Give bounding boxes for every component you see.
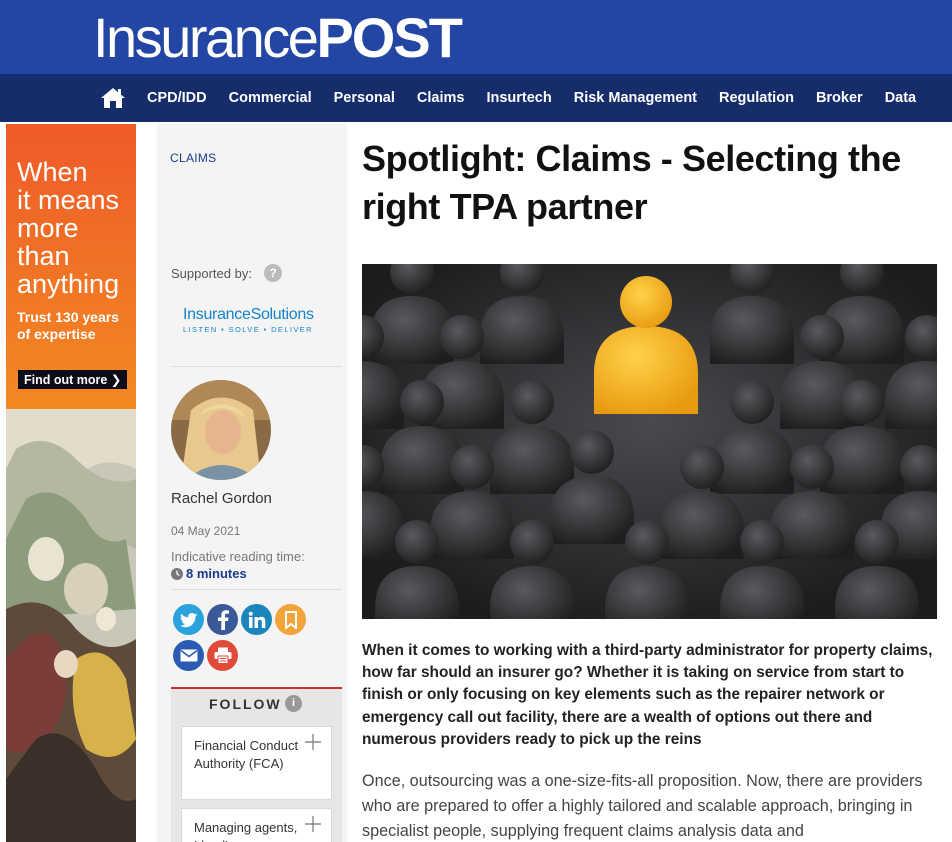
follow-topic-managing-agents[interactable]: Managing agents, Lloyd's (181, 808, 332, 842)
author-avatar[interactable] (171, 380, 271, 480)
chevron-right-icon: ❯ (110, 373, 122, 387)
nav-list: CPD/IDD Commercial Personal Claims Insur… (147, 74, 938, 122)
publish-date: 04 May 2021 (171, 524, 241, 538)
plus-icon[interactable] (304, 733, 322, 751)
advert-banner[interactable]: When it means more than anything Trust 1… (6, 124, 136, 842)
ad-sub-line: of expertise (17, 326, 96, 342)
supported-by-label: Supported by: (171, 266, 252, 281)
ad-subheadline: Trust 130 years of expertise (17, 309, 119, 343)
site-header: InsurancePOST (0, 0, 952, 74)
bookmark-icon[interactable] (275, 604, 306, 635)
follow-topic-fca[interactable]: Financial Conduct Authority (FCA) (181, 726, 332, 800)
ad-headline-line: than (17, 241, 70, 271)
clock-icon (171, 567, 183, 580)
email-icon[interactable] (173, 640, 204, 671)
crowd-illustration (362, 264, 937, 619)
article-body: Once, outsourcing was a one-size-fits-al… (362, 772, 923, 840)
nav-item-data[interactable]: Data (885, 90, 916, 106)
divider (171, 366, 342, 367)
follow-title: FOLLOW (209, 696, 282, 712)
ad-artwork (6, 409, 136, 842)
sponsor-name: InsuranceSolutions (183, 306, 314, 323)
nav-item-cpd-idd[interactable]: CPD/IDD (147, 90, 207, 106)
divider (171, 589, 342, 590)
print-icon[interactable] (207, 640, 238, 671)
home-icon[interactable] (100, 86, 126, 110)
ad-headline-line: When (17, 157, 88, 187)
reading-time-label: Indicative reading time: (171, 549, 305, 564)
logo-bold-text: POST (316, 6, 462, 69)
follow-topic-label: Managing agents, Lloyd's (194, 820, 298, 842)
site-logo[interactable]: InsurancePOST (93, 6, 463, 70)
ad-cta-label: Find out more (24, 373, 108, 387)
ad-headline: When it means more than anything (17, 158, 119, 298)
author-name[interactable]: Rachel Gordon (171, 490, 272, 507)
facebook-icon[interactable] (207, 604, 238, 635)
ad-sub-line: Trust 130 years (17, 309, 119, 325)
ad-cta-button[interactable]: Find out more ❯ (18, 370, 128, 389)
nav-item-insurtech[interactable]: Insurtech (486, 90, 551, 106)
sponsor-tagline: LISTEN • SOLVE • DELIVER (183, 325, 313, 334)
logo-light-text: Insurance (93, 6, 319, 69)
article-standfirst: When it comes to working with a third-pa… (362, 642, 933, 748)
nav-item-personal[interactable]: Personal (334, 90, 395, 106)
twitter-icon[interactable] (173, 604, 204, 635)
nav-item-commercial[interactable]: Commercial (229, 90, 312, 106)
reading-time-value: 8 minutes (171, 566, 247, 581)
ad-headline-line: more (17, 213, 79, 243)
article-hero-image (362, 264, 937, 619)
plus-icon[interactable] (304, 815, 322, 833)
reading-time-text: 8 minutes (186, 566, 247, 581)
article-headline: Spotlight: Claims - Selecting the right … (362, 138, 901, 227)
follow-topic-label: Financial Conduct Authority (FCA) (194, 738, 299, 771)
nav-item-regulation[interactable]: Regulation (719, 90, 794, 106)
section-tag-claims[interactable]: CLAIMS (170, 151, 216, 165)
sponsor-logo[interactable]: InsuranceSolutions LISTEN • SOLVE • DELI… (183, 306, 314, 334)
help-icon[interactable]: ? (264, 264, 282, 282)
ad-headline-line: anything (17, 269, 120, 299)
ad-headline-line: it means (17, 185, 120, 215)
linkedin-icon[interactable] (241, 604, 272, 635)
main-nav: CPD/IDD Commercial Personal Claims Insur… (0, 74, 952, 122)
nav-item-risk-management[interactable]: Risk Management (574, 90, 697, 106)
info-icon[interactable]: i (285, 695, 302, 712)
nav-item-claims[interactable]: Claims (417, 90, 465, 106)
nav-item-broker[interactable]: Broker (816, 90, 863, 106)
